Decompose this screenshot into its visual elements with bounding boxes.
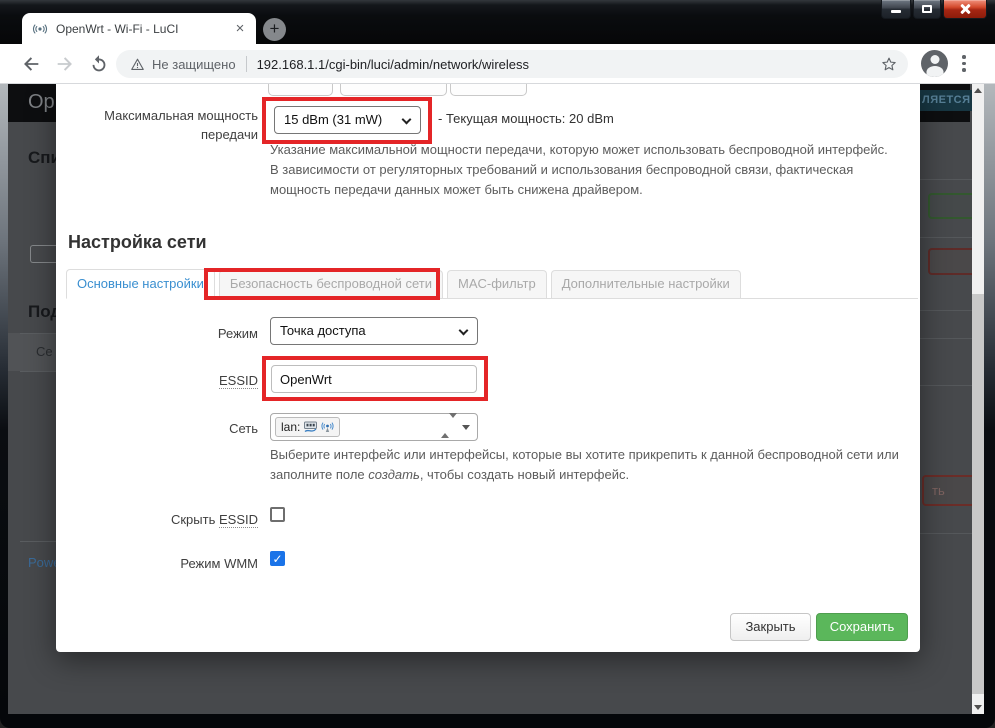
hide-essid-label: Скрыть ESSID bbox=[170, 512, 258, 528]
browser-menu-icon[interactable] bbox=[962, 55, 966, 75]
bg-divider bbox=[920, 338, 972, 339]
network-tag-lan: lan: bbox=[275, 417, 341, 437]
cut-off-button[interactable] bbox=[268, 84, 333, 96]
maximize-button[interactable] bbox=[913, 0, 941, 19]
window-title-bar: OpenWrt - Wi-Fi - LuCI × + bbox=[0, 0, 995, 44]
tx-power-value: 15 dBm (31 mW) bbox=[284, 112, 383, 127]
page-scrollbar[interactable] bbox=[972, 84, 984, 714]
mode-label: Режим bbox=[217, 326, 258, 341]
minimize-icon bbox=[891, 10, 901, 13]
forward-icon[interactable] bbox=[54, 53, 76, 75]
scrollbar-down-button[interactable] bbox=[972, 700, 984, 714]
reload-icon[interactable] bbox=[88, 53, 110, 75]
scrollbar-thumb[interactable] bbox=[972, 294, 984, 694]
close-window-button[interactable] bbox=[943, 0, 987, 19]
page-viewport: Op ЛЯЕТСЯ Спи Под Се Powe ть Максимальна… bbox=[8, 84, 984, 714]
tx-power-description: Указание максимальной мощности передачи,… bbox=[270, 142, 888, 197]
network-label: Сеть bbox=[229, 421, 258, 436]
dropdown-arrow-icon[interactable] bbox=[462, 425, 470, 430]
network-description-italic: создать bbox=[368, 467, 420, 482]
close-icon bbox=[959, 3, 971, 15]
save-button[interactable]: Сохранить bbox=[816, 613, 908, 641]
bg-divider bbox=[20, 333, 56, 334]
tx-power-label: Максимальная мощность передачи bbox=[104, 108, 258, 142]
window-frame-left bbox=[0, 84, 8, 714]
bg-divider bbox=[920, 237, 972, 238]
chevron-down-icon bbox=[458, 325, 469, 336]
essid-label: ESSID bbox=[218, 373, 258, 389]
window-frame-right bbox=[984, 84, 995, 714]
scroll-up-icon bbox=[974, 88, 982, 93]
hide-essid-checkbox[interactable] bbox=[270, 507, 285, 522]
tab-advanced-settings[interactable]: Дополнительные настройки bbox=[550, 270, 741, 298]
bg-divider bbox=[920, 179, 972, 180]
minimize-button[interactable] bbox=[881, 0, 911, 19]
scroll-down-icon bbox=[974, 705, 982, 710]
cut-off-button[interactable] bbox=[450, 84, 527, 96]
bg-table-cell: Се bbox=[36, 344, 53, 359]
new-tab-button[interactable]: + bbox=[263, 18, 286, 41]
maximize-icon bbox=[922, 5, 932, 13]
bg-divider bbox=[920, 533, 972, 534]
chevron-down-icon bbox=[401, 114, 412, 125]
profile-avatar[interactable] bbox=[921, 50, 948, 77]
omnibox-divider bbox=[245, 56, 247, 72]
network-description: Выберите интерфейс или интерфейсы, котор… bbox=[270, 447, 899, 482]
bookmark-star-icon[interactable] bbox=[880, 55, 898, 73]
openwrt-logo-fragment: Op bbox=[28, 91, 55, 113]
bg-red-button-fragment: ть bbox=[922, 475, 972, 506]
bg-red-button-fragment bbox=[928, 248, 972, 275]
tab-mac-filter[interactable]: MAC-фильтр bbox=[446, 270, 547, 298]
wmm-checkbox[interactable]: ✓ bbox=[270, 551, 285, 566]
url-text[interactable]: 192.168.1.1/cgi-bin/luci/admin/network/w… bbox=[257, 57, 880, 72]
scrollbar-up-button[interactable] bbox=[972, 84, 984, 98]
security-status-label: Не защищено bbox=[152, 56, 236, 72]
wireless-favicon-icon bbox=[32, 23, 48, 34]
bg-divider bbox=[920, 310, 972, 311]
avatar-body bbox=[926, 66, 943, 77]
bg-input-fragment bbox=[30, 245, 56, 263]
tx-power-select[interactable]: 15 dBm (31 mW) bbox=[274, 106, 421, 134]
back-icon[interactable] bbox=[20, 53, 42, 75]
avatar-head bbox=[930, 55, 939, 64]
cut-off-button[interactable] bbox=[340, 84, 447, 96]
spinner-up-icon bbox=[441, 418, 449, 438]
tab-close-icon[interactable]: × bbox=[232, 21, 248, 37]
current-power-text: - Текущая мощность: 20 dBm bbox=[438, 111, 614, 126]
tab-general-settings[interactable]: Основные настройки bbox=[66, 269, 215, 299]
status-badge: ЛЯЕТСЯ bbox=[916, 90, 977, 111]
essid-input[interactable] bbox=[271, 365, 477, 393]
spinner-down-icon bbox=[449, 413, 457, 433]
browser-tab[interactable]: OpenWrt - Wi-Fi - LuCI × bbox=[22, 13, 256, 44]
tab-wireless-security[interactable]: Безопасность беспроводной сети bbox=[218, 270, 443, 298]
bg-divider bbox=[20, 371, 56, 372]
mode-select[interactable]: Точка доступа bbox=[270, 317, 478, 345]
wireless-settings-modal: Максимальная мощность передачи 15 dBm (3… bbox=[56, 84, 920, 652]
address-bar: Не защищено 192.168.1.1/cgi-bin/luci/adm… bbox=[0, 44, 995, 84]
close-button[interactable]: Закрыть bbox=[730, 613, 811, 641]
browser-window: OpenWrt - Wi-Fi - LuCI × + Не защищено 1… bbox=[0, 0, 995, 728]
window-controls bbox=[881, 0, 987, 19]
tab-title: OpenWrt - Wi-Fi - LuCI bbox=[56, 21, 179, 36]
bg-green-button-fragment bbox=[928, 193, 972, 219]
bg-divider bbox=[20, 541, 56, 542]
omnibox[interactable]: Не защищено 192.168.1.1/cgi-bin/luci/adm… bbox=[116, 50, 908, 78]
wmm-label: Режим WMM bbox=[180, 556, 258, 571]
wireless-icon bbox=[321, 422, 334, 432]
bg-divider bbox=[920, 385, 972, 386]
network-select[interactable]: lan: bbox=[270, 413, 478, 441]
settings-tabs: Основные настройки Безопасность беспрово… bbox=[66, 269, 918, 299]
not-secure-warning-icon bbox=[131, 58, 144, 70]
ethernet-icon bbox=[304, 421, 318, 433]
spinner-arrows[interactable] bbox=[441, 413, 457, 438]
mode-value: Точка доступа bbox=[280, 323, 366, 338]
network-setup-title: Настройка сети bbox=[68, 232, 207, 252]
network-tag-label: lan: bbox=[281, 420, 301, 434]
